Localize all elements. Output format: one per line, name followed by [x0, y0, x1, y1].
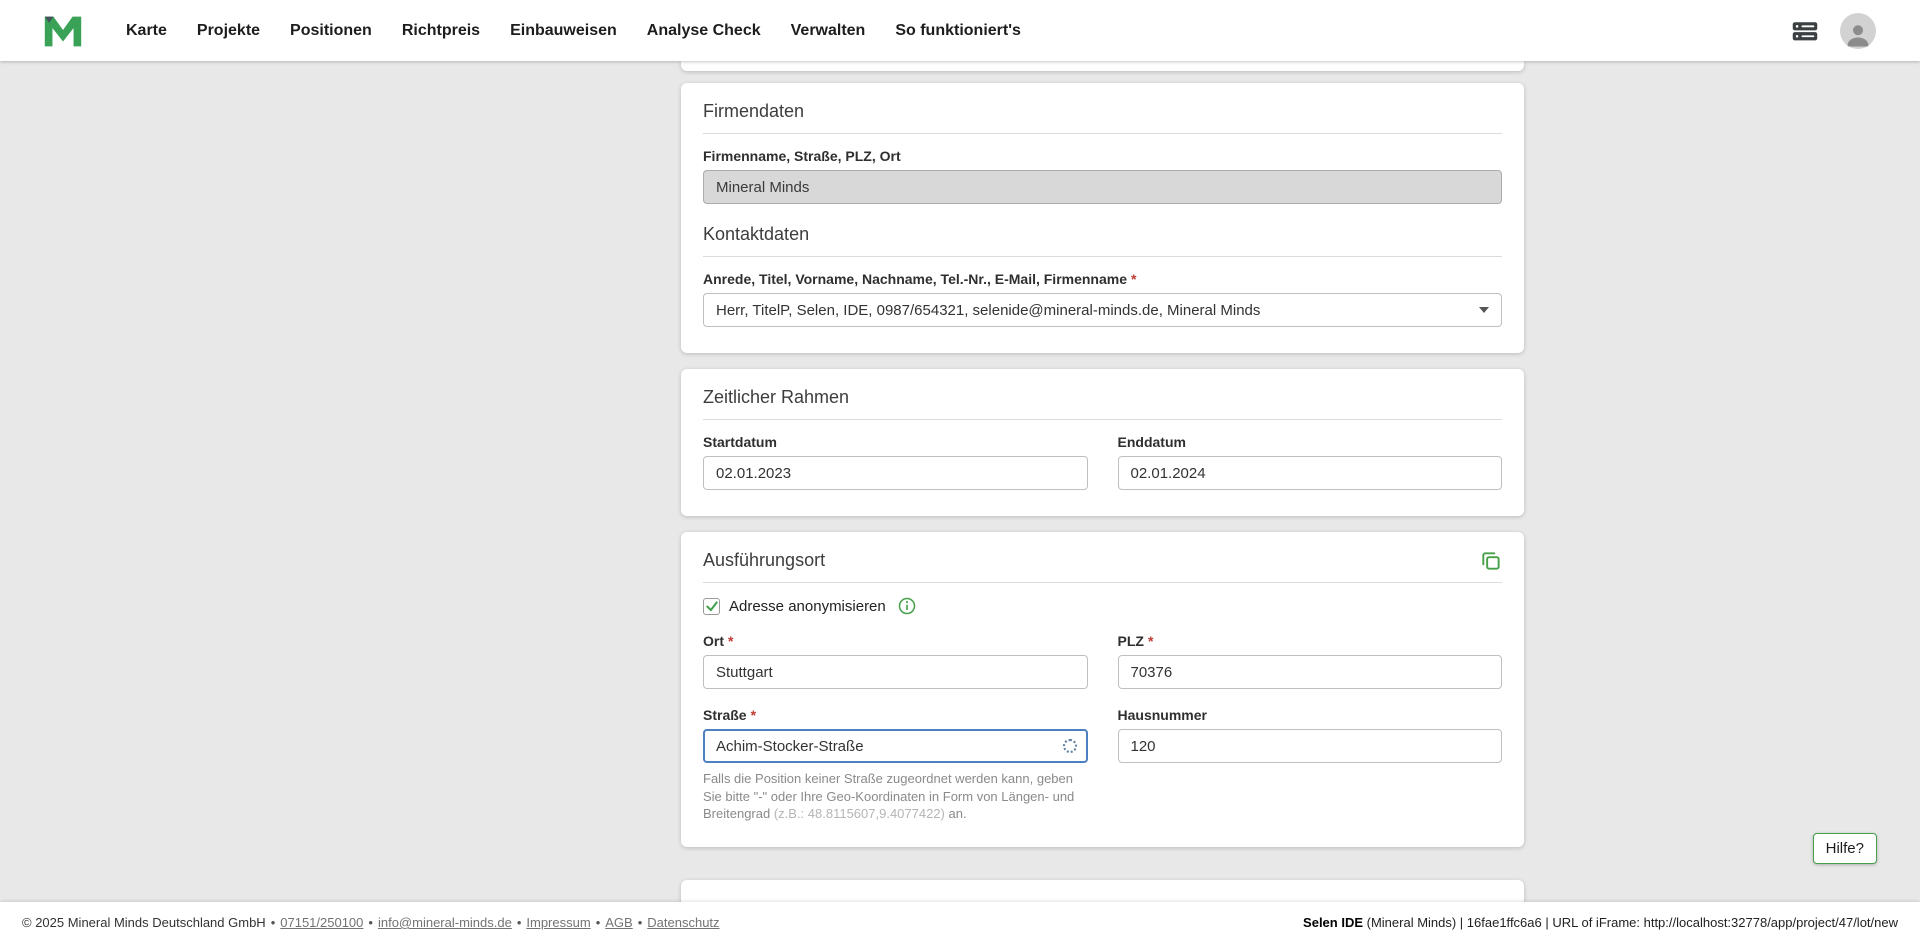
- footer-left: © 2025 Mineral Minds Deutschland GmbH • …: [22, 915, 720, 930]
- main-nav: Karte Projekte Positionen Richtpreis Ein…: [126, 22, 1021, 40]
- nav-verwalten[interactable]: Verwalten: [791, 22, 866, 40]
- page-footer: © 2025 Mineral Minds Deutschland GmbH • …: [0, 902, 1920, 943]
- kontakt-selected-value: Herr, TitelP, Selen, IDE, 0987/654321, s…: [716, 301, 1261, 319]
- nav-projekte[interactable]: Projekte: [197, 22, 260, 40]
- enddatum-label: Enddatum: [1117, 434, 1186, 450]
- top-navbar: Karte Projekte Positionen Richtpreis Ein…: [0, 0, 1920, 61]
- required-asterisk: *: [1147, 633, 1154, 649]
- divider: [703, 256, 1502, 257]
- anonymisieren-checkbox[interactable]: [703, 597, 720, 615]
- nav-einbauweisen[interactable]: Einbauweisen: [510, 22, 617, 40]
- zeitlicher-rahmen-card: Zeitlicher Rahmen Startdatum Enddatum: [681, 369, 1524, 516]
- impressum-link[interactable]: Impressum: [526, 915, 590, 930]
- datenschutz-link[interactable]: Datenschutz: [647, 915, 719, 930]
- footer-debug-info: Selen IDE (Mineral Minds) | 16fae1ffc6a6…: [1303, 915, 1898, 930]
- divider: [703, 419, 1502, 420]
- required-asterisk: *: [728, 633, 734, 649]
- page-content: Firmendaten Firmenname, Straße, PLZ, Ort…: [0, 61, 1920, 902]
- copy-icon[interactable]: [1479, 549, 1502, 572]
- help-button[interactable]: Hilfe?: [1812, 833, 1877, 864]
- enddatum-input[interactable]: [1117, 456, 1502, 490]
- ausfuehrungsort-title: Ausführungsort: [703, 550, 826, 570]
- firmendaten-card: Firmendaten Firmenname, Straße, PLZ, Ort…: [681, 83, 1524, 353]
- startdatum-input[interactable]: [703, 456, 1088, 490]
- ort-input[interactable]: [703, 655, 1088, 689]
- startdatum-label: Startdatum: [703, 434, 777, 450]
- next-card-edge: [681, 879, 1524, 902]
- kontakt-select[interactable]: Herr, TitelP, Selen, IDE, 0987/654321, s…: [703, 293, 1502, 327]
- required-asterisk: *: [750, 707, 757, 723]
- nav-so-funktionierts[interactable]: So funktioniert's: [895, 22, 1021, 40]
- person-icon: [1847, 24, 1869, 46]
- zeitraum-title: Zeitlicher Rahmen: [703, 387, 850, 407]
- divider: [703, 582, 1502, 583]
- plz-input[interactable]: [1117, 655, 1502, 689]
- nav-positionen[interactable]: Positionen: [290, 22, 372, 40]
- info-icon[interactable]: [898, 597, 916, 615]
- kontaktdaten-title: Kontaktdaten: [703, 224, 810, 244]
- anonymisieren-label: Adresse anonymisieren: [729, 597, 886, 615]
- required-asterisk: *: [1131, 271, 1137, 287]
- ide-name: Selen IDE: [1303, 915, 1364, 930]
- loading-spinner-icon: [1062, 739, 1077, 753]
- strasse-input[interactable]: [703, 729, 1088, 763]
- mineral-minds-logo[interactable]: [40, 8, 86, 54]
- firmendaten-title: Firmendaten: [703, 101, 805, 121]
- firmenname-input: [703, 170, 1502, 204]
- previous-card-edge: [681, 61, 1524, 71]
- phone-link[interactable]: 07151/250100: [280, 915, 363, 930]
- user-avatar[interactable]: [1840, 12, 1876, 49]
- ort-label: Ort *: [703, 633, 734, 649]
- divider: [703, 133, 1502, 134]
- check-icon: [705, 601, 718, 612]
- logo-icon: [44, 16, 82, 46]
- chevron-down-icon: [1479, 307, 1489, 313]
- hausnummer-label: Hausnummer: [1117, 707, 1207, 723]
- copyright-text: © 2025 Mineral Minds Deutschland GmbH: [22, 915, 266, 930]
- server-icon[interactable]: [1790, 17, 1820, 45]
- ausfuehrungsort-card: Ausführungsort Adresse anonymisieren Ort…: [681, 532, 1524, 847]
- plz-label: PLZ *: [1117, 633, 1154, 649]
- nav-karte[interactable]: Karte: [126, 22, 167, 40]
- firmenname-label: Firmenname, Straße, PLZ, Ort: [703, 148, 901, 164]
- agb-link[interactable]: AGB: [605, 915, 632, 930]
- strasse-hint: Falls die Position keiner Straße zugeord…: [703, 771, 1075, 822]
- kontakt-label: Anrede, Titel, Vorname, Nachname, Tel.-N…: [703, 271, 1137, 287]
- navbar-right: [1790, 12, 1876, 49]
- email-link[interactable]: info@mineral-minds.de: [378, 915, 512, 930]
- nav-richtpreis[interactable]: Richtpreis: [402, 22, 480, 40]
- hausnummer-input[interactable]: [1117, 729, 1502, 763]
- nav-analyse-check[interactable]: Analyse Check: [647, 22, 761, 40]
- strasse-label: Straße *: [703, 707, 757, 723]
